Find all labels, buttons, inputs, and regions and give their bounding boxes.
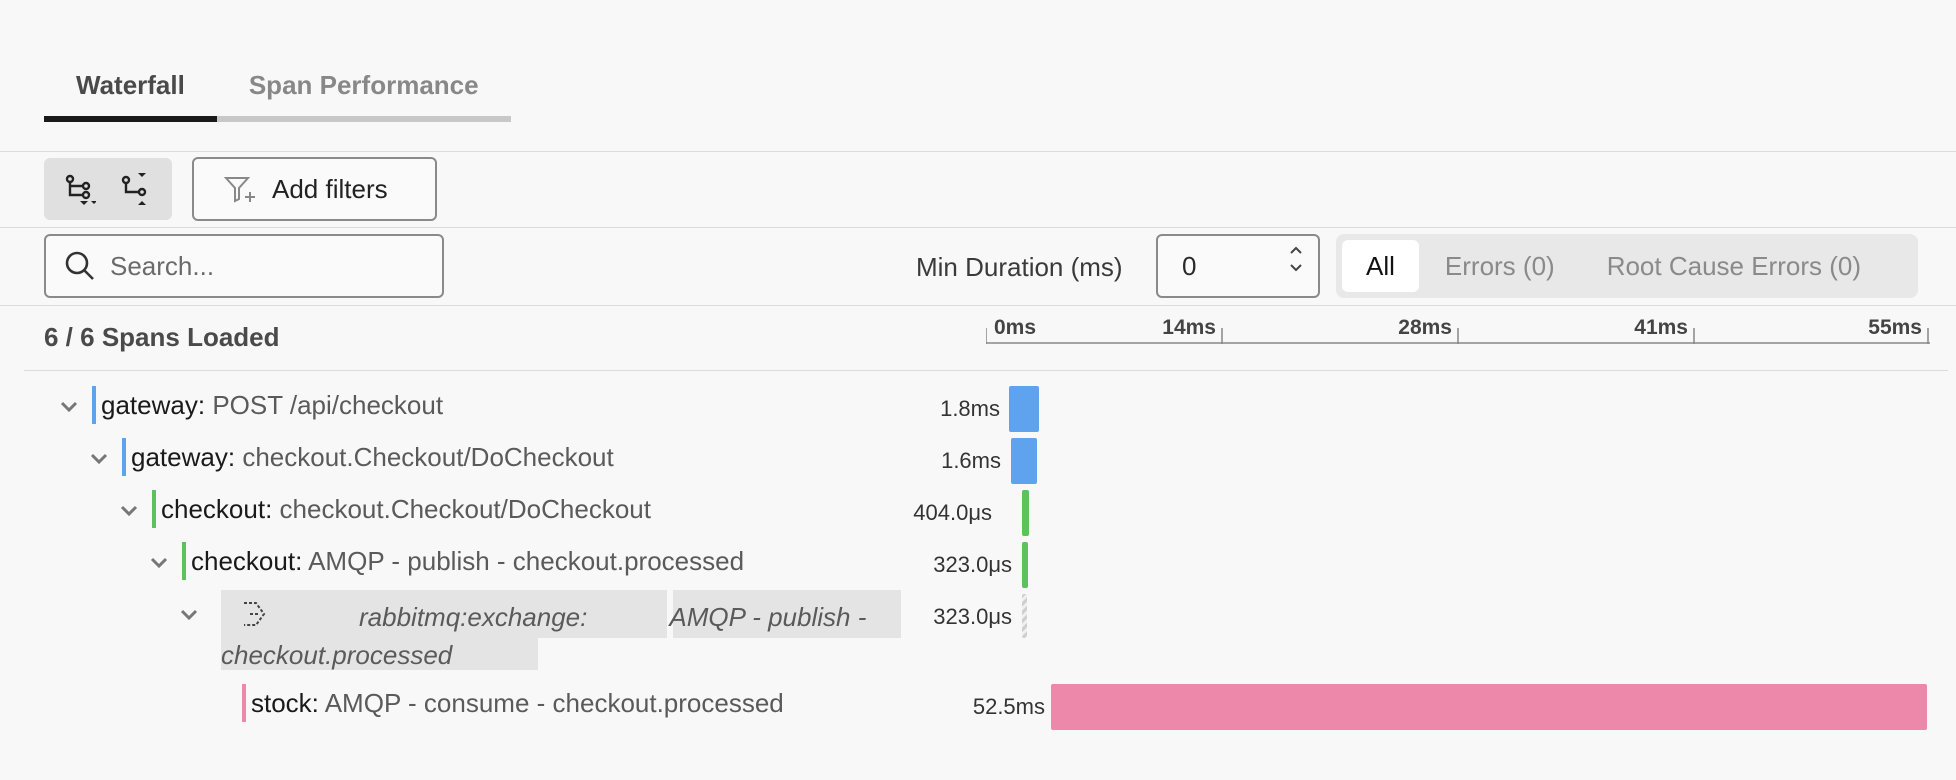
- span-bar[interactable]: [1022, 594, 1028, 638]
- tab-span-performance[interactable]: Span Performance: [216, 62, 511, 122]
- service-name: checkout:: [161, 494, 273, 524]
- tree-view-toggle-group: [44, 158, 172, 220]
- span-bar[interactable]: [1022, 542, 1029, 588]
- service-name: gateway:: [131, 442, 236, 472]
- service-color-indicator: [182, 542, 186, 580]
- span-label: checkout: AMQP - publish - checkout.proc…: [191, 546, 744, 577]
- span-duration: 323.0μs: [933, 604, 1012, 629]
- axis-tick-label: 41ms: [1634, 318, 1688, 339]
- span-duration: 1.8ms: [940, 396, 1000, 421]
- min-duration-stepper[interactable]: 0: [1156, 234, 1320, 298]
- span-label: checkout: checkout.Checkout/DoCheckout: [161, 494, 651, 525]
- span-row[interactable]: checkout: AMQP - publish - checkout.proc…: [0, 542, 1956, 588]
- span-bar[interactable]: [1009, 386, 1040, 432]
- span-duration: 323.0μs: [933, 552, 1012, 577]
- service-name: gateway:: [101, 390, 206, 420]
- divider: [24, 370, 1948, 371]
- span-label: gateway: POST /api/checkout: [101, 390, 443, 421]
- divider: [0, 151, 1956, 152]
- search-field[interactable]: [44, 234, 444, 298]
- search-icon: [65, 251, 94, 280]
- span-row[interactable]: stock: AMQP - consume - checkout.process…: [0, 684, 1956, 730]
- tab-bar: Waterfall Span Performance: [44, 62, 511, 122]
- span-row[interactable]: gateway: checkout.Checkout/DoCheckout 1.…: [0, 438, 1956, 484]
- chevron-up-icon[interactable]: [1288, 244, 1304, 256]
- service-name: checkout:: [191, 546, 303, 576]
- chevron-down-icon[interactable]: [116, 498, 142, 524]
- min-duration-label: Min Duration (ms): [916, 252, 1123, 282]
- axis-tick-label: 28ms: [1398, 318, 1452, 339]
- axis-tick-label: 14ms: [1162, 318, 1216, 339]
- expand-all-icon[interactable]: [55, 164, 105, 214]
- span-duration: 52.5ms: [972, 694, 1045, 719]
- operation-name: checkout.Checkout/DoCheckout: [279, 494, 651, 524]
- filter-errors[interactable]: Errors (0): [1419, 240, 1581, 292]
- filter-root-cause-errors[interactable]: Root Cause Errors (0): [1581, 240, 1887, 292]
- divider: [0, 227, 1956, 228]
- divider: [0, 305, 1956, 306]
- service-color-indicator: [152, 490, 156, 528]
- add-filters-label: Add filters: [272, 173, 388, 204]
- span-row-inferred-service[interactable]: rabbitmq:exchange: AMQP - publish - check…: [0, 590, 1956, 678]
- service-color-indicator: [92, 386, 96, 424]
- service-color-indicator: [242, 684, 246, 722]
- timeline-axis: 0ms 14ms 28ms 41ms 55ms: [985, 316, 1930, 348]
- service-name: stock:: [251, 688, 319, 718]
- min-duration-value: 0: [1182, 250, 1197, 281]
- service-name: rabbitmq:exchange:: [359, 602, 588, 632]
- add-filters-button[interactable]: Add filters: [192, 157, 437, 221]
- operation-name: AMQP - publish - checkout.processed: [308, 546, 745, 576]
- span-label: stock: AMQP - consume - checkout.process…: [251, 688, 784, 719]
- filter-plus-icon: [224, 177, 255, 203]
- chevron-down-icon[interactable]: [176, 602, 202, 628]
- filter-all[interactable]: All: [1342, 240, 1419, 292]
- collapse-all-icon[interactable]: [111, 164, 161, 214]
- operation-name: AMQP - consume - checkout.processed: [324, 688, 784, 718]
- spans-loaded-count: 6 / 6 Spans Loaded: [44, 322, 280, 352]
- span-duration: 404.0μs: [913, 500, 992, 525]
- span-bar[interactable]: [1022, 490, 1030, 536]
- error-filter-segmented-control: All Errors (0) Root Cause Errors (0): [1336, 234, 1918, 298]
- service-color-indicator: [122, 438, 126, 476]
- span-duration: 1.6ms: [941, 448, 1001, 473]
- chevron-down-icon[interactable]: [1288, 262, 1304, 274]
- operation-name: checkout.Checkout/DoCheckout: [242, 442, 614, 472]
- span-bar[interactable]: [1050, 684, 1927, 730]
- chevron-down-icon[interactable]: [86, 446, 112, 472]
- span-bar[interactable]: [1010, 438, 1038, 484]
- chevron-down-icon[interactable]: [56, 394, 82, 420]
- span-label: rabbitmq:exchange: AMQP - publish - check…: [221, 598, 901, 674]
- search-input[interactable]: [110, 250, 410, 282]
- span-label: gateway: checkout.Checkout/DoCheckout: [131, 442, 614, 473]
- axis-tick-label: 55ms: [1868, 318, 1922, 339]
- chevron-down-icon[interactable]: [146, 550, 172, 576]
- axis-tick-label: 0ms: [994, 318, 1036, 339]
- span-row[interactable]: gateway: POST /api/checkout 1.8ms: [0, 386, 1956, 432]
- tab-waterfall[interactable]: Waterfall: [44, 62, 217, 122]
- operation-name: POST /api/checkout: [212, 390, 444, 420]
- span-row[interactable]: checkout: checkout.Checkout/DoCheckout 4…: [0, 490, 1956, 536]
